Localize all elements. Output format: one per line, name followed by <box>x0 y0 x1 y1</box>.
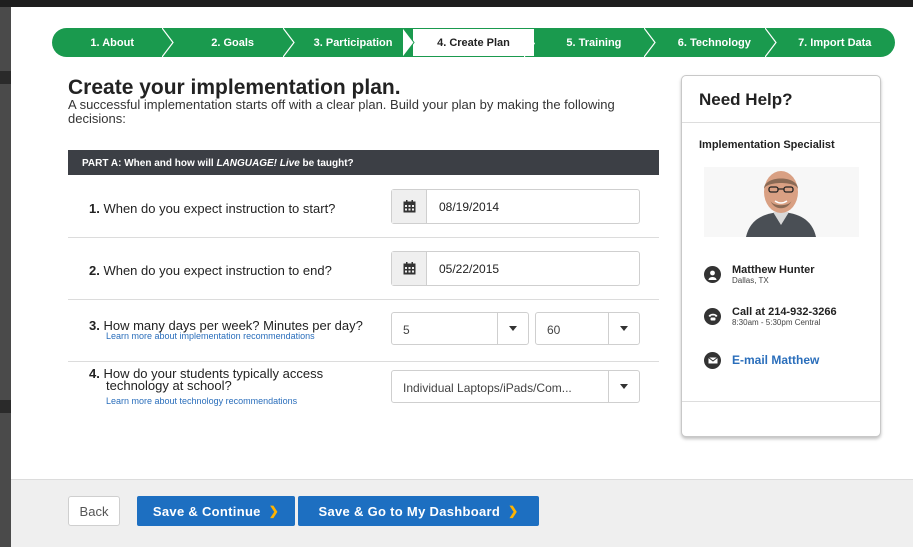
start-date-value: 08/19/2014 <box>439 200 500 214</box>
step-separator <box>644 28 656 57</box>
calendar-icon[interactable] <box>392 252 427 285</box>
step-separator <box>403 28 415 57</box>
question-row-schedule: 3. How many days per week? Minutes per d… <box>68 300 659 362</box>
days-per-week-value: 5 <box>403 323 410 337</box>
part-a-header: PART A: When and how will LANGUAGE! Live… <box>68 150 659 175</box>
edge-tick <box>0 71 11 84</box>
save-continue-button[interactable]: Save & Continue ❯ <box>137 496 295 526</box>
step-separator <box>162 28 175 57</box>
specialist-label: Implementation Specialist <box>699 139 835 151</box>
chevron-right-icon: ❯ <box>508 504 519 518</box>
specialist-contact: Matthew Hunter Dallas, TX <box>704 264 815 285</box>
question-label: 2. When do you expect instruction to end… <box>89 263 332 278</box>
chevron-down-icon <box>608 313 639 344</box>
step-separator <box>282 28 295 57</box>
wizard-step-about[interactable]: 1. About <box>52 28 175 57</box>
technology-recommendations-link[interactable]: Learn more about technology recommendati… <box>106 396 297 406</box>
wizard-progress: 1. About 2. Goals 3. Participation 4. Cr… <box>52 28 895 58</box>
envelope-icon <box>704 352 721 369</box>
email-contact[interactable]: E-mail Matthew <box>704 350 819 369</box>
question-row-start: 1. When do you expect instruction to sta… <box>68 175 659 238</box>
chevron-down-icon <box>497 313 528 344</box>
minutes-per-day-select[interactable]: 60 <box>535 312 640 345</box>
specialist-location: Dallas, TX <box>732 276 769 285</box>
phone-contact: Call at 214-932-3266 8:30am - 5:30pm Cen… <box>704 306 837 327</box>
step-separator <box>764 28 777 57</box>
chevron-right-icon: ❯ <box>268 504 280 518</box>
top-bar <box>0 0 913 7</box>
question-row-end: 2. When do you expect instruction to end… <box>68 238 659 300</box>
wizard-step-goals[interactable]: 2. Goals <box>172 28 295 57</box>
phone-icon <box>704 308 721 325</box>
divider <box>682 122 880 123</box>
edge-tick <box>0 400 11 413</box>
page-intro: A successful implementation starts off w… <box>68 97 615 126</box>
help-title: Need Help? <box>699 90 793 109</box>
save-dashboard-button[interactable]: Save & Go to My Dashboard ❯ <box>298 496 539 526</box>
user-icon <box>704 266 721 283</box>
wizard-step-import-data[interactable]: 7. Import Data <box>774 28 895 57</box>
step-separator <box>523 29 535 58</box>
phone-line: Call at 214-932-3266 <box>732 306 837 318</box>
wizard-step-training[interactable]: 5. Training <box>533 28 656 57</box>
technology-access-value: Individual Laptops/iPads/Com... <box>403 381 572 395</box>
days-per-week-select[interactable]: 5 <box>391 312 529 345</box>
wizard-step-participation[interactable]: 3. Participation <box>292 28 415 57</box>
chevron-down-icon <box>608 371 639 402</box>
implementation-recommendations-link[interactable]: Learn more about implementation recommen… <box>106 331 315 341</box>
question-label: 1. When do you expect instruction to sta… <box>89 201 336 216</box>
back-button[interactable]: Back <box>68 496 120 526</box>
wizard-step-create-plan[interactable]: 4. Create Plan <box>413 28 535 58</box>
calendar-icon[interactable] <box>392 190 427 223</box>
email-link[interactable]: E-mail Matthew <box>732 353 819 369</box>
end-date-field[interactable]: 05/22/2015 <box>391 251 640 286</box>
question-label: 4. How do your students typically access… <box>89 366 324 393</box>
start-date-field[interactable]: 08/19/2014 <box>391 189 640 224</box>
left-edge <box>0 7 11 547</box>
specialist-photo <box>704 167 859 237</box>
technology-access-select[interactable]: Individual Laptops/iPads/Com... <box>391 370 640 403</box>
help-panel: Need Help? Implementation Specialist Mat… <box>681 75 881 437</box>
wizard-step-technology[interactable]: 6. Technology <box>654 28 777 57</box>
minutes-per-day-value: 60 <box>547 323 561 337</box>
divider <box>682 401 880 402</box>
end-date-value: 05/22/2015 <box>439 262 500 276</box>
specialist-name: Matthew Hunter <box>732 264 815 276</box>
question-row-technology: 4. How do your students typically access… <box>68 362 659 411</box>
phone-hours: 8:30am - 5:30pm Central <box>732 318 821 327</box>
